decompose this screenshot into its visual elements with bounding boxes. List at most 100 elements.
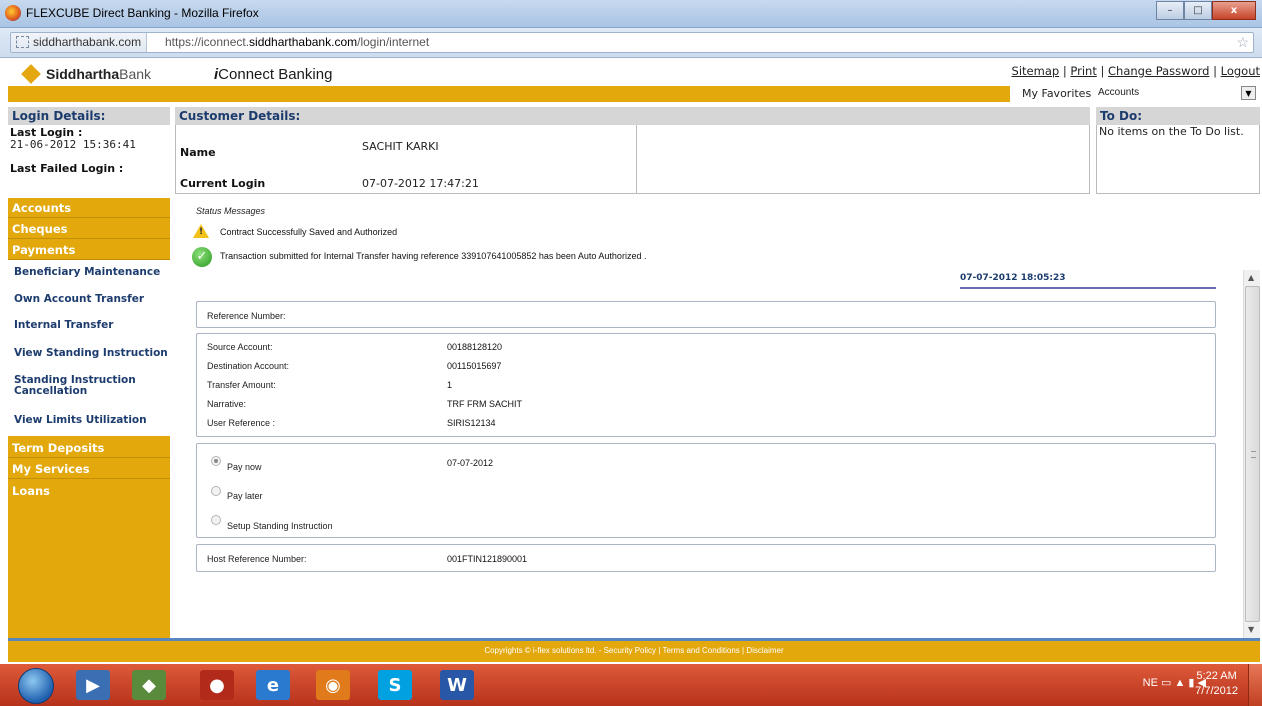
- customer-details: Name SACHIT KARKI Current Login 07-07-20…: [175, 125, 1090, 194]
- minimize-button[interactable]: –: [1156, 1, 1184, 20]
- window-title-bar: FLEXCUBE Direct Banking - Mozilla Firefo…: [0, 0, 1262, 28]
- reference-number-card: Reference Number:: [196, 301, 1216, 328]
- site-identity-label: siddharthabank.com: [33, 35, 142, 49]
- navigation-toolbar: siddharthabank.com https://iconnect.sidd…: [0, 28, 1262, 58]
- sidebar-item-internal-transfer[interactable]: Internal Transfer: [14, 320, 113, 331]
- print-link[interactable]: Print: [1070, 64, 1096, 78]
- close-button[interactable]: x: [1212, 1, 1256, 20]
- start-button[interactable]: [18, 668, 54, 704]
- success-message: Transaction submitted for Internal Trans…: [220, 251, 647, 261]
- logo-light: Bank: [119, 66, 152, 82]
- name-label: Name: [180, 146, 216, 159]
- customer-divider: [636, 125, 637, 194]
- last-login-value: 21-06-2012 15:36:41: [10, 138, 136, 151]
- todo-panel: No items on the To Do list.: [1096, 125, 1260, 194]
- internet-explorer-icon[interactable]: e: [256, 670, 290, 700]
- transfer-details-card: Source Account: 00188128120 Destination …: [196, 333, 1216, 437]
- window-title: FLEXCUBE Direct Banking - Mozilla Firefo…: [26, 6, 259, 20]
- name-value: SACHIT KARKI: [362, 140, 439, 153]
- destination-account-value: 00115015697: [447, 361, 502, 371]
- transaction-timestamp: 07-07-2012 18:05:23: [960, 273, 1066, 283]
- sidebar: Accounts Cheques Payments Beneficiary Ma…: [8, 198, 170, 638]
- window-controls: – □ x: [1156, 1, 1256, 20]
- pay-now-radio[interactable]: [211, 456, 221, 466]
- logout-link[interactable]: Logout: [1221, 64, 1260, 78]
- taskbar-clock[interactable]: 5:22 AM 7/7/2012: [1195, 669, 1238, 699]
- app-icon[interactable]: ●: [200, 670, 234, 700]
- customer-details-header: Customer Details:: [175, 107, 1090, 125]
- warning-icon: !: [193, 224, 209, 238]
- bank-logo-icon: [21, 64, 41, 84]
- sidebar-my-services[interactable]: My Services: [8, 459, 170, 479]
- url-bar[interactable]: siddharthabank.com https://iconnect.sidd…: [10, 32, 1254, 53]
- bank-logo: SiddharthaBank: [46, 66, 151, 82]
- last-failed-login-label: Last Failed Login :: [10, 162, 124, 175]
- sitemap-link[interactable]: Sitemap: [1012, 64, 1060, 78]
- user-reference-value: SIRIS12134: [447, 418, 496, 428]
- host-reference-value: 001FTIN121890001: [447, 554, 528, 564]
- tray-expand-icon[interactable]: ▲: [1174, 677, 1185, 689]
- chevron-down-icon[interactable]: ▼: [1241, 86, 1256, 100]
- sidebar-loans[interactable]: Loans: [8, 481, 170, 501]
- pay-date-value: 07-07-2012: [447, 458, 494, 468]
- clock-time: 5:22 AM: [1196, 670, 1237, 682]
- setup-standing-instruction-radio[interactable]: [211, 515, 221, 525]
- scroll-up-icon[interactable]: ▲: [1248, 273, 1254, 282]
- current-login-label: Current Login: [180, 177, 266, 190]
- site-identity-button[interactable]: siddharthabank.com: [11, 33, 148, 52]
- login-details: Last Login : 21-06-2012 15:36:41 Last Fa…: [8, 125, 170, 194]
- todo-header: To Do:: [1096, 107, 1260, 125]
- payments-submenu: Beneficiary Maintenance Own Account Tran…: [8, 260, 170, 436]
- network-app-icon[interactable]: ◆: [132, 670, 166, 700]
- language-indicator[interactable]: NE: [1143, 677, 1158, 689]
- host-reference-card: Host Reference Number: 001FTIN121890001: [196, 544, 1216, 572]
- header-accent-bar: [8, 86, 1010, 102]
- page-icon: [16, 36, 29, 48]
- narrative-label: Narrative:: [207, 399, 247, 409]
- bookmark-star-icon[interactable]: ☆: [1236, 33, 1249, 52]
- host-reference-label: Host Reference Number:: [207, 554, 307, 564]
- url-text[interactable]: https://iconnect.siddharthabank.com/logi…: [165, 33, 429, 52]
- signal-icon[interactable]: ▮: [1188, 677, 1194, 689]
- word-icon[interactable]: W: [440, 670, 474, 700]
- url-path: /login/internet: [357, 35, 430, 49]
- todo-message: No items on the To Do list.: [1099, 125, 1244, 138]
- pay-later-radio[interactable]: [211, 486, 221, 496]
- screen: FLEXCUBE Direct Banking - Mozilla Firefo…: [0, 0, 1262, 706]
- sidebar-payments[interactable]: Payments: [8, 240, 170, 260]
- favorites-label: My Favorites: [1022, 87, 1092, 100]
- media-player-icon[interactable]: ▶: [76, 670, 110, 700]
- logo-bold: Siddhartha: [46, 66, 120, 82]
- show-desktop-button[interactable]: [1248, 664, 1262, 706]
- sidebar-item-view-limits-utilization[interactable]: View Limits Utilization: [14, 415, 147, 426]
- sidebar-item-own-account-transfer[interactable]: Own Account Transfer: [14, 294, 144, 305]
- favorites-select[interactable]: Accounts: [1098, 87, 1139, 98]
- maximize-button[interactable]: □: [1184, 1, 1212, 20]
- vertical-scrollbar[interactable]: ▲ ▼: [1243, 270, 1260, 638]
- scroll-down-icon[interactable]: ▼: [1248, 625, 1254, 634]
- sidebar-term-deposits[interactable]: Term Deposits: [8, 438, 170, 458]
- firefox-icon: [5, 5, 21, 21]
- sidebar-item-beneficiary-maintenance[interactable]: Beneficiary Maintenance: [14, 267, 160, 278]
- firefox-taskbar-icon[interactable]: ◉: [316, 670, 350, 700]
- app-title: iConnect Banking: [214, 66, 332, 83]
- sidebar-item-standing-instruction-cancellation[interactable]: Standing Instruction Cancellation: [14, 375, 154, 397]
- scrollbar-thumb[interactable]: [1245, 286, 1260, 622]
- login-details-header: Login Details:: [8, 107, 170, 125]
- pay-now-label: Pay now: [227, 462, 262, 472]
- destination-account-label: Destination Account:: [207, 361, 290, 371]
- user-reference-label: User Reference :: [207, 418, 276, 428]
- change-password-link[interactable]: Change Password: [1108, 64, 1209, 78]
- skype-icon[interactable]: S: [378, 670, 412, 700]
- sidebar-accounts[interactable]: Accounts: [8, 198, 170, 218]
- reference-number-label: Reference Number:: [207, 311, 286, 321]
- payment-schedule-card: Pay now 07-07-2012 Pay later Setup Stand…: [196, 443, 1216, 538]
- sidebar-item-view-standing-instruction[interactable]: View Standing Instruction: [14, 348, 168, 359]
- setup-standing-instruction-label: Setup Standing Instruction: [227, 521, 333, 531]
- bank-header: SiddharthaBank iConnect Banking Sitemap …: [8, 59, 1260, 86]
- url-prefix: https://iconnect.: [165, 35, 250, 49]
- sidebar-cheques[interactable]: Cheques: [8, 219, 170, 239]
- taskbar: ▶ ◆ ● e ◉ S W NE ▭ ▲ ▮ ◀ 5:22 AM 7/7/201…: [0, 664, 1262, 706]
- clock-date: 7/7/2012: [1195, 685, 1238, 697]
- keyboard-icon[interactable]: ▭: [1161, 677, 1171, 689]
